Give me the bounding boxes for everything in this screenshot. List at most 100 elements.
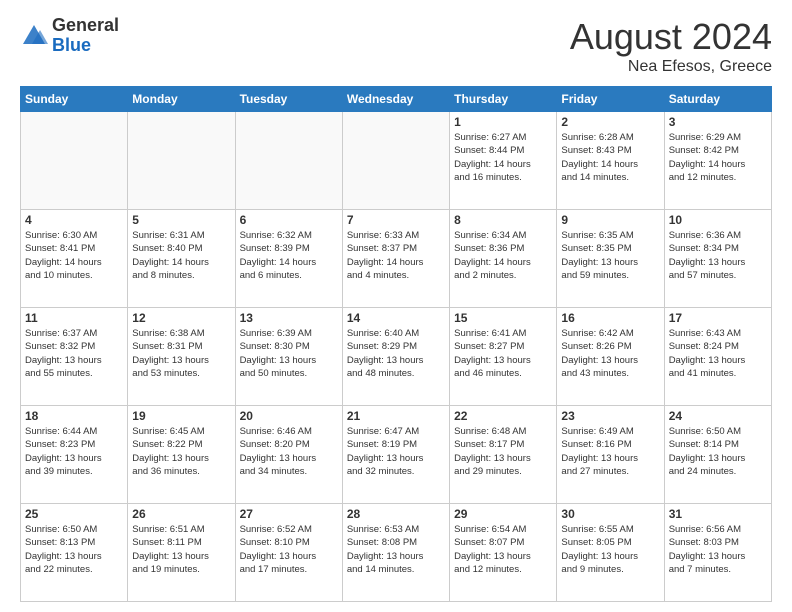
day-number: 5: [132, 213, 230, 227]
day-number: 16: [561, 311, 659, 325]
calendar-cell: 22 Sunrise: 6:48 AMSunset: 8:17 PMDayligh…: [450, 406, 557, 504]
page: General Blue August 2024 Nea Efesos, Gre…: [0, 0, 792, 612]
calendar-cell: 26 Sunrise: 6:51 AMSunset: 8:11 PMDayligh…: [128, 504, 235, 602]
day-number: 24: [669, 409, 767, 423]
day-number: 3: [669, 115, 767, 129]
day-number: 27: [240, 507, 338, 521]
week-row-2: 4Sunrise: 6:30 AMSunset: 8:41 PMDaylight…: [21, 210, 772, 308]
calendar-cell: 3 Sunrise: 6:29 AMSunset: 8:42 PMDaylight…: [664, 112, 771, 210]
calendar-cell: 31Sunrise: 6:56 AMSunset: 8:03 PMDayligh…: [664, 504, 771, 602]
day-info: Sunrise: 6:37 AMSunset: 8:32 PMDaylight:…: [25, 327, 123, 380]
calendar-cell: 9 Sunrise: 6:35 AMSunset: 8:35 PMDaylight…: [557, 210, 664, 308]
day-number: 12: [132, 311, 230, 325]
col-thursday: Thursday: [450, 87, 557, 112]
day-info: Sunrise: 6:31 AMSunset: 8:40 PMDaylight:…: [132, 229, 230, 282]
day-info: Sunrise: 6:44 AMSunset: 8:23 PMDaylight:…: [25, 425, 123, 478]
calendar-cell: 2Sunrise: 6:28 AMSunset: 8:43 PMDaylight…: [557, 112, 664, 210]
day-info: Sunrise: 6:49 AMSunset: 8:16 PMDaylight:…: [561, 425, 659, 478]
calendar-table: Sunday Monday Tuesday Wednesday Thursday…: [20, 86, 772, 602]
day-number: 8: [454, 213, 552, 227]
calendar-cell: 18 Sunrise: 6:44 AMSunset: 8:23 PMDayligh…: [21, 406, 128, 504]
calendar-cell: 23 Sunrise: 6:49 AMSunset: 8:16 PMDayligh…: [557, 406, 664, 504]
calendar-cell: 13 Sunrise: 6:39 AMSunset: 8:30 PMDayligh…: [235, 308, 342, 406]
calendar-cell: 24 Sunrise: 6:50 AMSunset: 8:14 PMDayligh…: [664, 406, 771, 504]
day-info: Sunrise: 6:55 AMSunset: 8:05 PMDaylight:…: [561, 523, 659, 576]
day-number: 29: [454, 507, 552, 521]
day-number: 6: [240, 213, 338, 227]
day-number: 30: [561, 507, 659, 521]
day-info: Sunrise: 6:39 AMSunset: 8:30 PMDaylight:…: [240, 327, 338, 380]
day-info: Sunrise: 6:46 AMSunset: 8:20 PMDaylight:…: [240, 425, 338, 478]
calendar-cell: 19Sunrise: 6:45 AMSunset: 8:22 PMDayligh…: [128, 406, 235, 504]
day-number: 26: [132, 507, 230, 521]
month-title: August 2024: [570, 16, 772, 58]
calendar-cell: 7 Sunrise: 6:33 AMSunset: 8:37 PMDaylight…: [342, 210, 449, 308]
logo: General Blue: [20, 16, 119, 56]
day-number: 21: [347, 409, 445, 423]
calendar-cell: 25Sunrise: 6:50 AMSunset: 8:13 PMDayligh…: [21, 504, 128, 602]
calendar-header: Sunday Monday Tuesday Wednesday Thursday…: [21, 87, 772, 112]
calendar-cell: 5 Sunrise: 6:31 AMSunset: 8:40 PMDaylight…: [128, 210, 235, 308]
header: General Blue August 2024 Nea Efesos, Gre…: [20, 16, 772, 76]
day-info: Sunrise: 6:52 AMSunset: 8:10 PMDaylight:…: [240, 523, 338, 576]
day-info: Sunrise: 6:45 AMSunset: 8:22 PMDaylight:…: [132, 425, 230, 478]
calendar-cell: 28Sunrise: 6:53 AMSunset: 8:08 PMDayligh…: [342, 504, 449, 602]
day-info: Sunrise: 6:43 AMSunset: 8:24 PMDaylight:…: [669, 327, 767, 380]
calendar-cell: 17 Sunrise: 6:43 AMSunset: 8:24 PMDayligh…: [664, 308, 771, 406]
day-number: 13: [240, 311, 338, 325]
day-info: Sunrise: 6:35 AMSunset: 8:35 PMDaylight:…: [561, 229, 659, 282]
day-info: Sunrise: 6:48 AMSunset: 8:17 PMDaylight:…: [454, 425, 552, 478]
day-info: Sunrise: 6:36 AMSunset: 8:34 PMDaylight:…: [669, 229, 767, 282]
day-info: Sunrise: 6:40 AMSunset: 8:29 PMDaylight:…: [347, 327, 445, 380]
week-row-1: 1 Sunrise: 6:27 AMSunset: 8:44 PMDaylight…: [21, 112, 772, 210]
day-info: Sunrise: 6:29 AMSunset: 8:42 PMDaylight:…: [669, 131, 767, 184]
day-info: Sunrise: 6:33 AMSunset: 8:37 PMDaylight:…: [347, 229, 445, 282]
calendar-cell: 10 Sunrise: 6:36 AMSunset: 8:34 PMDayligh…: [664, 210, 771, 308]
col-monday: Monday: [128, 87, 235, 112]
day-info: Sunrise: 6:34 AMSunset: 8:36 PMDaylight:…: [454, 229, 552, 282]
location-subtitle: Nea Efesos, Greece: [570, 58, 772, 76]
day-info: Sunrise: 6:50 AMSunset: 8:13 PMDaylight:…: [25, 523, 123, 576]
calendar-cell: 14 Sunrise: 6:40 AMSunset: 8:29 PMDayligh…: [342, 308, 449, 406]
calendar-cell: 20 Sunrise: 6:46 AMSunset: 8:20 PMDayligh…: [235, 406, 342, 504]
day-info: Sunrise: 6:30 AMSunset: 8:41 PMDaylight:…: [25, 229, 123, 282]
calendar: Sunday Monday Tuesday Wednesday Thursday…: [20, 86, 772, 602]
day-number: 22: [454, 409, 552, 423]
calendar-cell: [235, 112, 342, 210]
day-number: 2: [561, 115, 659, 129]
day-info: Sunrise: 6:51 AMSunset: 8:11 PMDaylight:…: [132, 523, 230, 576]
day-number: 20: [240, 409, 338, 423]
day-number: 1: [454, 115, 552, 129]
col-sunday: Sunday: [21, 87, 128, 112]
calendar-cell: 1 Sunrise: 6:27 AMSunset: 8:44 PMDaylight…: [450, 112, 557, 210]
day-number: 14: [347, 311, 445, 325]
calendar-cell: [128, 112, 235, 210]
calendar-cell: 8 Sunrise: 6:34 AMSunset: 8:36 PMDaylight…: [450, 210, 557, 308]
day-info: Sunrise: 6:54 AMSunset: 8:07 PMDaylight:…: [454, 523, 552, 576]
day-info: Sunrise: 6:27 AMSunset: 8:44 PMDaylight:…: [454, 131, 552, 184]
calendar-cell: [342, 112, 449, 210]
title-block: August 2024 Nea Efesos, Greece: [570, 16, 772, 76]
calendar-cell: 21Sunrise: 6:47 AMSunset: 8:19 PMDayligh…: [342, 406, 449, 504]
day-number: 10: [669, 213, 767, 227]
day-number: 9: [561, 213, 659, 227]
calendar-cell: 11 Sunrise: 6:37 AMSunset: 8:32 PMDayligh…: [21, 308, 128, 406]
calendar-cell: 6Sunrise: 6:32 AMSunset: 8:39 PMDaylight…: [235, 210, 342, 308]
day-info: Sunrise: 6:50 AMSunset: 8:14 PMDaylight:…: [669, 425, 767, 478]
logo-text: General Blue: [52, 16, 119, 56]
calendar-cell: 27 Sunrise: 6:52 AMSunset: 8:10 PMDayligh…: [235, 504, 342, 602]
day-number: 17: [669, 311, 767, 325]
day-number: 23: [561, 409, 659, 423]
day-info: Sunrise: 6:53 AMSunset: 8:08 PMDaylight:…: [347, 523, 445, 576]
col-saturday: Saturday: [664, 87, 771, 112]
calendar-body: 1 Sunrise: 6:27 AMSunset: 8:44 PMDaylight…: [21, 112, 772, 602]
day-number: 11: [25, 311, 123, 325]
day-number: 7: [347, 213, 445, 227]
day-number: 18: [25, 409, 123, 423]
day-info: Sunrise: 6:38 AMSunset: 8:31 PMDaylight:…: [132, 327, 230, 380]
col-friday: Friday: [557, 87, 664, 112]
week-row-3: 11 Sunrise: 6:37 AMSunset: 8:32 PMDayligh…: [21, 308, 772, 406]
logo-icon: [20, 22, 48, 50]
calendar-cell: [21, 112, 128, 210]
calendar-cell: 4Sunrise: 6:30 AMSunset: 8:41 PMDaylight…: [21, 210, 128, 308]
